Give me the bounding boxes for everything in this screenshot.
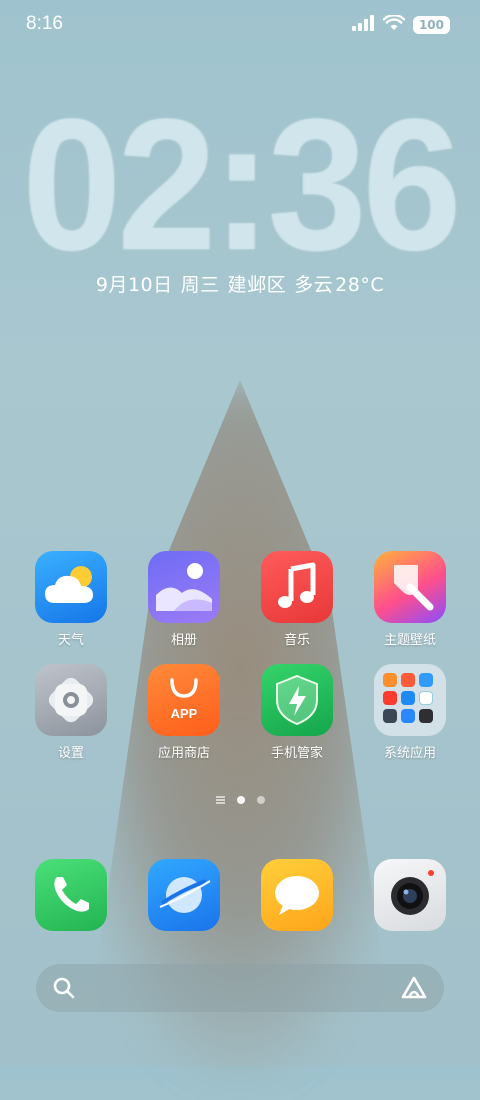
app-weather[interactable]: 天气	[23, 551, 119, 648]
messages-icon	[261, 859, 333, 931]
app-store-icon: APP	[148, 664, 220, 736]
app-label: 音乐	[283, 633, 310, 648]
app-themes[interactable]: 主题壁纸	[362, 551, 458, 648]
app-music[interactable]: 音乐	[249, 551, 345, 648]
page-list-icon[interactable]	[215, 796, 225, 804]
themes-icon	[374, 551, 446, 623]
temperature: 28°C	[335, 274, 385, 296]
battery-indicator: 100	[412, 16, 450, 34]
page-dot-current[interactable]	[236, 796, 245, 804]
signal-icon	[351, 15, 375, 35]
browser-icon	[148, 859, 220, 931]
security-icon	[261, 664, 333, 736]
status-icons: 100	[351, 14, 450, 35]
weather-condition: 多云	[294, 274, 334, 296]
phone-icon	[35, 859, 107, 931]
folder-icon	[374, 664, 446, 736]
app-store-badge-text: APP	[170, 706, 198, 721]
camera-icon	[374, 859, 446, 931]
app-store[interactable]: APP 应用商店	[136, 664, 232, 761]
search-bar[interactable]	[36, 964, 444, 1012]
app-label: 系统应用	[383, 746, 436, 761]
app-label: 主题壁纸	[383, 633, 436, 648]
music-icon	[261, 551, 333, 623]
app-gallery[interactable]: 相册	[136, 551, 232, 648]
dock-camera[interactable]	[362, 859, 458, 931]
search-icon	[52, 976, 76, 1004]
app-label: 手机管家	[270, 746, 323, 761]
dock-phone[interactable]	[23, 859, 119, 931]
dock-messages[interactable]	[249, 859, 345, 931]
page-dot[interactable]	[256, 796, 265, 804]
weather-icon	[35, 551, 107, 623]
status-bar: 8:16 100	[0, 0, 480, 52]
app-label: 天气	[57, 633, 84, 648]
assistant-icon[interactable]	[400, 975, 428, 1005]
app-label: 相册	[170, 633, 197, 648]
app-folder-system[interactable]: 系统应用	[362, 664, 458, 761]
date-weather-line[interactable]: 9月10日 周三 建邺区 多云 28°C	[0, 270, 480, 297]
clock-widget[interactable]: 02:36	[0, 91, 480, 279]
app-settings[interactable]: 设置	[23, 664, 119, 761]
dock-browser[interactable]	[136, 859, 232, 931]
wifi-icon	[382, 14, 406, 35]
status-time: 8:16	[26, 13, 63, 34]
location: 建邺区	[227, 274, 287, 296]
date-weekday: 周三	[180, 274, 220, 296]
gallery-icon	[148, 551, 220, 623]
app-label: 设置	[57, 746, 84, 761]
date-day: 9月10日	[95, 274, 173, 296]
app-security[interactable]: 手机管家	[249, 664, 345, 761]
app-label: 应用商店	[157, 746, 210, 761]
page-indicator[interactable]	[0, 796, 480, 804]
settings-icon	[35, 664, 107, 736]
